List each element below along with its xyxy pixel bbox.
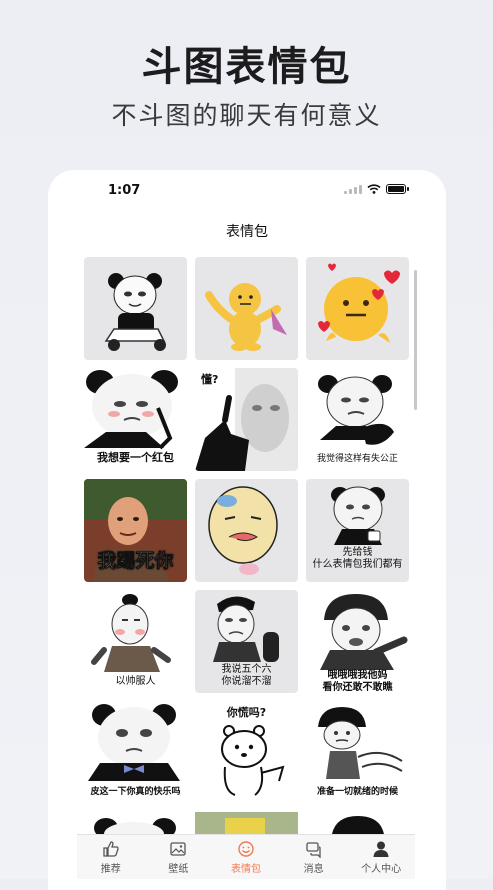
sticker-blurry-face[interactable]: 懂? — [195, 368, 298, 471]
wifi-icon — [367, 184, 381, 194]
sticker-speaker-man[interactable]: 我说五个六 你说溜不溜 — [195, 590, 298, 693]
tab-messages[interactable]: 消息 — [280, 835, 348, 879]
sticker-bear-pointing[interactable]: 你慌吗? — [195, 701, 298, 804]
sticker-panda-cup[interactable]: 先给钱 什么表情包我们都有 — [306, 479, 409, 582]
sticker-grid-partial-row — [84, 812, 414, 834]
sticker-panda-hand[interactable]: 我觉得这样有失公正 — [306, 368, 409, 471]
tab-label: 个人中心 — [361, 863, 402, 875]
sticker-caption: 先给钱 什么表情包我们都有 — [312, 547, 403, 570]
sticker-panda-scooter[interactable] — [84, 257, 187, 360]
sticker-helmet-man[interactable]: 哦哦哦我他妈 看你还敢不敢瞧 — [306, 590, 409, 693]
sticker-caption: 我觉得这样有失公正 — [316, 454, 398, 464]
sticker-caption: 我想要一个红包 — [97, 451, 174, 464]
panda-partial-icon — [94, 818, 176, 834]
sticker-caption: 以帅服人 — [115, 676, 156, 687]
sticker-panda-phone[interactable]: 我想要一个红包 — [84, 368, 187, 471]
signal-icon — [344, 184, 362, 194]
promo-subtitle: 不斗图的聊天有何意义 — [111, 101, 382, 130]
tab-stickers[interactable]: 表情包 — [212, 835, 280, 879]
picture-icon — [170, 841, 187, 856]
sticker-partial[interactable] — [306, 812, 409, 834]
status-time: 1:07 — [108, 183, 141, 198]
emoji-hearts-icon — [318, 263, 400, 343]
tab-label: 表情包 — [230, 863, 261, 875]
tab-profile[interactable]: 个人中心 — [347, 835, 415, 879]
sticker-partial[interactable] — [84, 812, 187, 834]
sticker-caption: 懂? — [201, 373, 219, 386]
sticker-caption: 我踢死你 — [97, 550, 174, 572]
tab-wallpaper[interactable]: 壁纸 — [145, 835, 213, 879]
sticker-yellow-doll[interactable] — [195, 257, 298, 360]
yellow-doll-icon — [205, 283, 287, 351]
scrollbar[interactable] — [414, 270, 417, 410]
tab-label: 推荐 — [100, 863, 121, 875]
sticker-emoji-hearts[interactable] — [306, 257, 409, 360]
sticker-partial[interactable] — [195, 812, 298, 834]
page-title: 表情包 — [226, 224, 268, 240]
tab-bar: 推荐 壁纸 表情包 消息 个人中心 — [77, 834, 415, 879]
sticker-caption: 我说五个六 你说溜不溜 — [221, 664, 272, 687]
sticker-caption: 准备一切就绪的时候 — [316, 787, 398, 797]
helmet-partial-icon — [332, 816, 384, 834]
thumbs-up-icon — [103, 840, 119, 857]
sponge-partial-icon — [225, 818, 265, 834]
sticker-caption: 皮这一下你真的快乐吗 — [90, 787, 181, 797]
sticker-tongue-face[interactable] — [195, 479, 298, 582]
battery-icon — [386, 184, 409, 194]
tongue-face-icon — [208, 486, 278, 575]
chat-icon — [305, 841, 321, 858]
sticker-mushroom-kid[interactable]: 准备一切就绪的时候 — [306, 701, 409, 804]
sticker-grid: 我想要一个红包 懂? 我觉得这样有失公正 我踢死你 先给钱 什么表情包我们都有 … — [84, 257, 414, 804]
tab-recommend[interactable]: 推荐 — [77, 835, 145, 879]
sticker-panda-bowtie[interactable]: 皮这一下你真的快乐吗 — [84, 701, 187, 804]
smiley-icon — [238, 840, 254, 857]
sticker-caption: 哦哦哦我他妈 看你还敢不敢瞧 — [322, 670, 393, 693]
status-icons — [344, 184, 409, 194]
sticker-buff-man[interactable]: 以帅服人 — [84, 590, 187, 693]
promo-title: 斗图表情包 — [141, 44, 352, 90]
sticker-bald-man-photo[interactable]: 我踢死你 — [84, 479, 187, 582]
panda-scooter-icon — [104, 273, 166, 351]
tab-label: 壁纸 — [168, 863, 189, 875]
tab-label: 消息 — [303, 863, 324, 875]
sticker-caption: 你慌吗? — [226, 706, 267, 719]
person-icon — [373, 841, 389, 857]
